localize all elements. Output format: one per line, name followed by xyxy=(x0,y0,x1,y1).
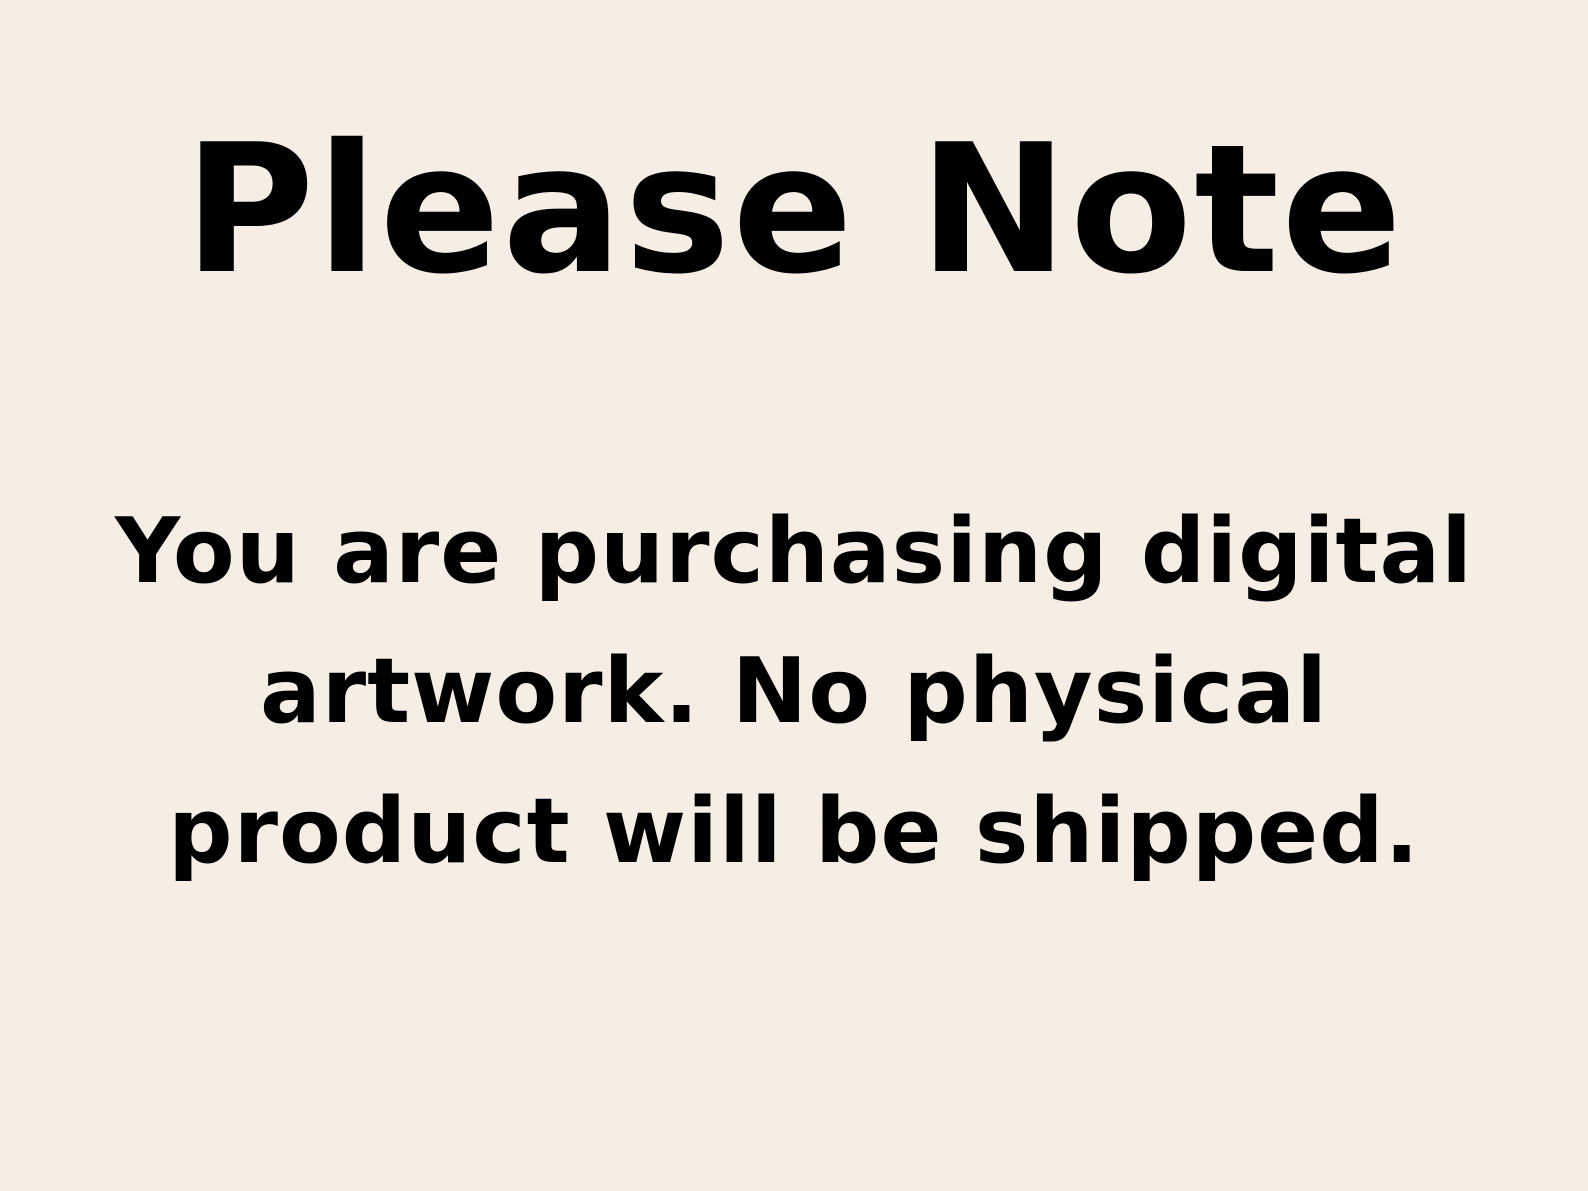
notice-page: Please Note You are purchasing digital a… xyxy=(0,0,1588,1191)
notice-message: You are purchasing digital artwork. No p… xyxy=(0,482,1588,902)
notice-line-1: You are purchasing digital xyxy=(114,499,1474,604)
notice-line-3: product will be shipped. xyxy=(168,779,1420,884)
notice-line-2: artwork. No physical xyxy=(260,639,1328,744)
page-title: Please Note xyxy=(183,106,1405,313)
